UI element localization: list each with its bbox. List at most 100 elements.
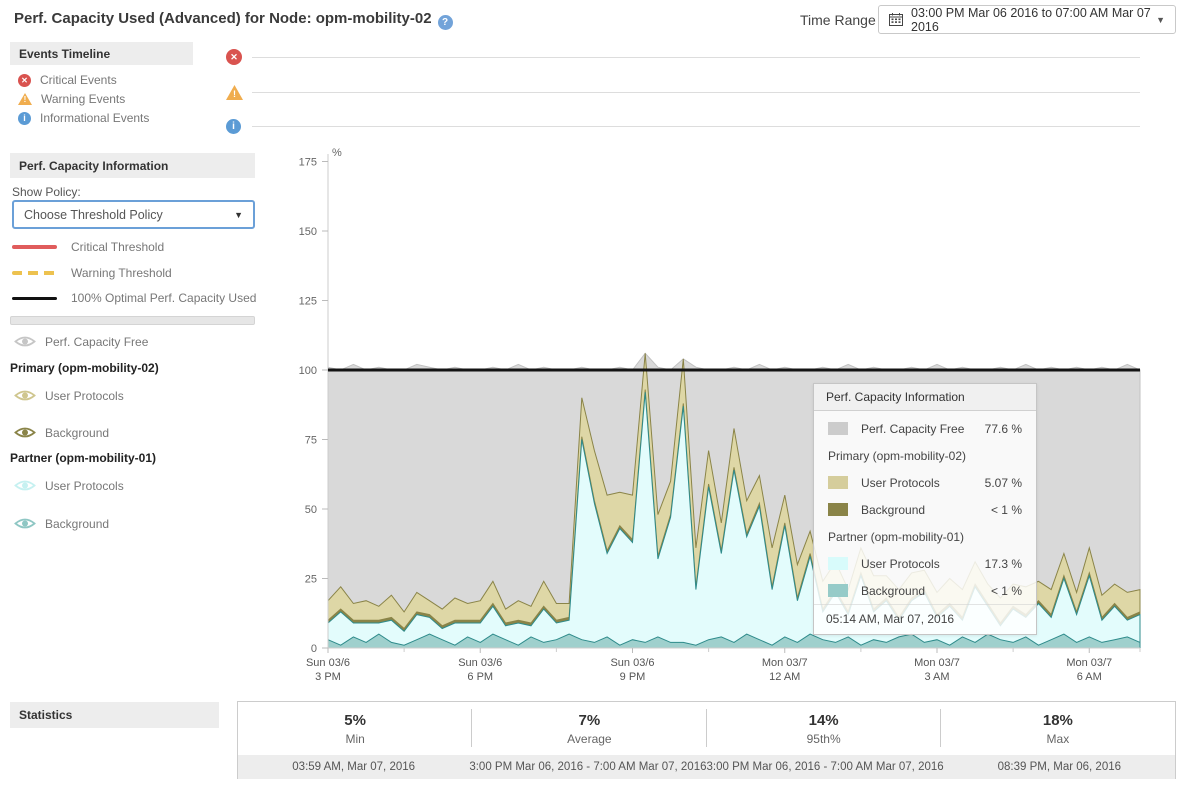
eye-icon [14,478,36,493]
legend-warning-events: ! Warning Events [18,92,125,106]
legend-info-events: i Informational Events [18,111,149,125]
critical-threshold-line-swatch [12,245,57,249]
primary-bg-swatch [828,503,848,516]
tooltip-row-partner-bg: Background < 1 % [814,577,1036,604]
y-tick-label: 100 [299,365,317,377]
warning-lane-icon: ! [226,85,243,100]
y-tick-label: 0 [311,643,317,655]
y-tick-label: 150 [299,226,317,238]
critical-threshold-label: Critical Threshold [71,240,164,254]
x-tick-label: 12 AM [769,671,800,683]
primary-group-label: Primary (opm-mobility-02) [10,361,159,375]
warning-events-lane [252,92,1140,93]
calendar-icon [889,13,903,26]
stat-min-detail: 03:59 AM, Mar 07, 2016 [238,761,469,773]
perf-capacity-chart[interactable]: 0255075100125150175%Sun 03/63 PMSun 03/6… [280,140,1184,700]
eye-icon [14,334,36,349]
tooltip-row-primary-bg: Background < 1 % [814,496,1036,523]
tooltip-partner-group: Partner (opm-mobility-01) [814,523,1036,550]
statistics-panel: 5% Min 7% Average 14% 95th% 18% Max 03:5… [237,701,1176,779]
warning-threshold-legend: Warning Threshold [12,266,172,280]
time-range-dropdown[interactable]: 03:00 PM Mar 06 2016 to 07:00 AM Mar 07 … [878,5,1176,34]
legend-partner-background[interactable]: Background [14,516,109,531]
legend-primary-user-protocols[interactable]: User Protocols [14,388,124,403]
stat-95th-value: 14% [707,712,941,729]
stat-average-detail: 3:00 PM Mar 06, 2016 - 7:00 AM Mar 07, 2… [469,761,706,773]
y-tick-label: 25 [305,574,317,586]
stat-95th-detail: 3:00 PM Mar 06, 2016 - 7:00 AM Mar 07, 2… [707,761,944,773]
x-tick-label: Mon 03/7 [1066,657,1112,669]
tooltip-primary-group: Primary (opm-mobility-02) [814,442,1036,469]
legend-primary-bg-label: Background [45,426,109,440]
y-tick-label: 125 [299,296,317,308]
stat-min: 5% Min [238,702,472,755]
x-tick-label: Sun 03/6 [458,657,502,669]
optimal-line-swatch [12,297,57,300]
info-circle-icon: i [18,112,31,125]
legend-primary-user-label: User Protocols [45,389,124,403]
x-tick-label: 9 PM [620,671,646,683]
threshold-policy-dropdown[interactable]: Choose Threshold Policy ▼ [12,200,255,229]
x-tick-label: 3 PM [315,671,341,683]
info-events-lane [252,126,1140,127]
statistics-header: Statistics [10,702,219,728]
y-tick-label: 75 [305,435,317,447]
chevron-down-icon: ▼ [1156,15,1165,25]
legend-scrollbar[interactable] [10,316,255,325]
tooltip-row-partner-user: User Protocols 17.3 % [814,550,1036,577]
critical-lane-icon: ✕ [226,49,242,65]
stat-min-value: 5% [238,712,472,729]
partner-bg-value: < 1 % [991,584,1022,598]
legend-primary-background[interactable]: Background [14,425,109,440]
tooltip-timestamp: 05:14 AM, Mar 07, 2016 [814,604,1036,634]
warning-triangle-icon: ! [18,93,32,105]
critical-threshold-legend: Critical Threshold [12,240,164,254]
legend-perf-capacity-free[interactable]: Perf. Capacity Free [14,334,148,349]
time-range-label: Time Range [800,12,876,28]
chart-tooltip: Perf. Capacity Information Perf. Capacit… [813,383,1037,635]
stat-min-label: Min [238,732,472,746]
primary-user-value: 5.07 % [985,476,1022,490]
x-tick-label: 3 AM [924,671,949,683]
legend-info-label: Informational Events [40,111,149,125]
warning-threshold-label: Warning Threshold [71,266,172,280]
x-tick-label: Mon 03/7 [914,657,960,669]
stat-max-value: 18% [941,712,1175,729]
show-policy-label: Show Policy: [12,185,81,199]
legend-partner-bg-label: Background [45,517,109,531]
stat-average-label: Average [472,732,706,746]
eye-icon [14,425,36,440]
x-tick-label: Sun 03/6 [610,657,654,669]
perf-capacity-info-header: Perf. Capacity Information [10,153,255,178]
tooltip-row-primary-user: User Protocols 5.07 % [814,469,1036,496]
x-tick-label: 6 PM [467,671,493,683]
legend-warning-label: Warning Events [41,92,125,106]
info-lane-icon: i [226,119,241,134]
legend-partner-user-protocols[interactable]: User Protocols [14,478,124,493]
y-tick-label: 50 [305,504,317,516]
perf-capacity-page: Perf. Capacity Used (Advanced) for Node:… [0,0,1184,787]
tooltip-title: Perf. Capacity Information [814,384,1036,411]
partner-group-label: Partner (opm-mobility-01) [10,451,156,465]
x-tick-label: Mon 03/7 [762,657,808,669]
optimal-line-legend: 100% Optimal Perf. Capacity Used [12,291,256,305]
eye-icon [14,516,36,531]
primary-user-swatch [828,476,848,489]
stat-average: 7% Average [472,702,706,755]
stat-average-value: 7% [472,712,706,729]
x-tick-label: Sun 03/6 [306,657,350,669]
eye-icon [14,388,36,403]
time-range-value: 03:00 PM Mar 06 2016 to 07:00 AM Mar 07 … [911,6,1156,34]
critical-circle-x-icon: ✕ [18,74,31,87]
legend-critical-label: Critical Events [40,73,117,87]
events-timeline-header: Events Timeline [10,42,193,65]
partner-user-swatch [828,557,848,570]
critical-events-lane [252,57,1140,58]
chevron-down-icon: ▼ [234,210,243,220]
primary-bg-value: < 1 % [991,503,1022,517]
warning-threshold-line-swatch [12,271,57,275]
help-icon[interactable]: ? [438,15,453,30]
page-title: Perf. Capacity Used (Advanced) for Node:… [14,10,453,30]
free-swatch [828,422,848,435]
stat-95th: 14% 95th% [707,702,941,755]
